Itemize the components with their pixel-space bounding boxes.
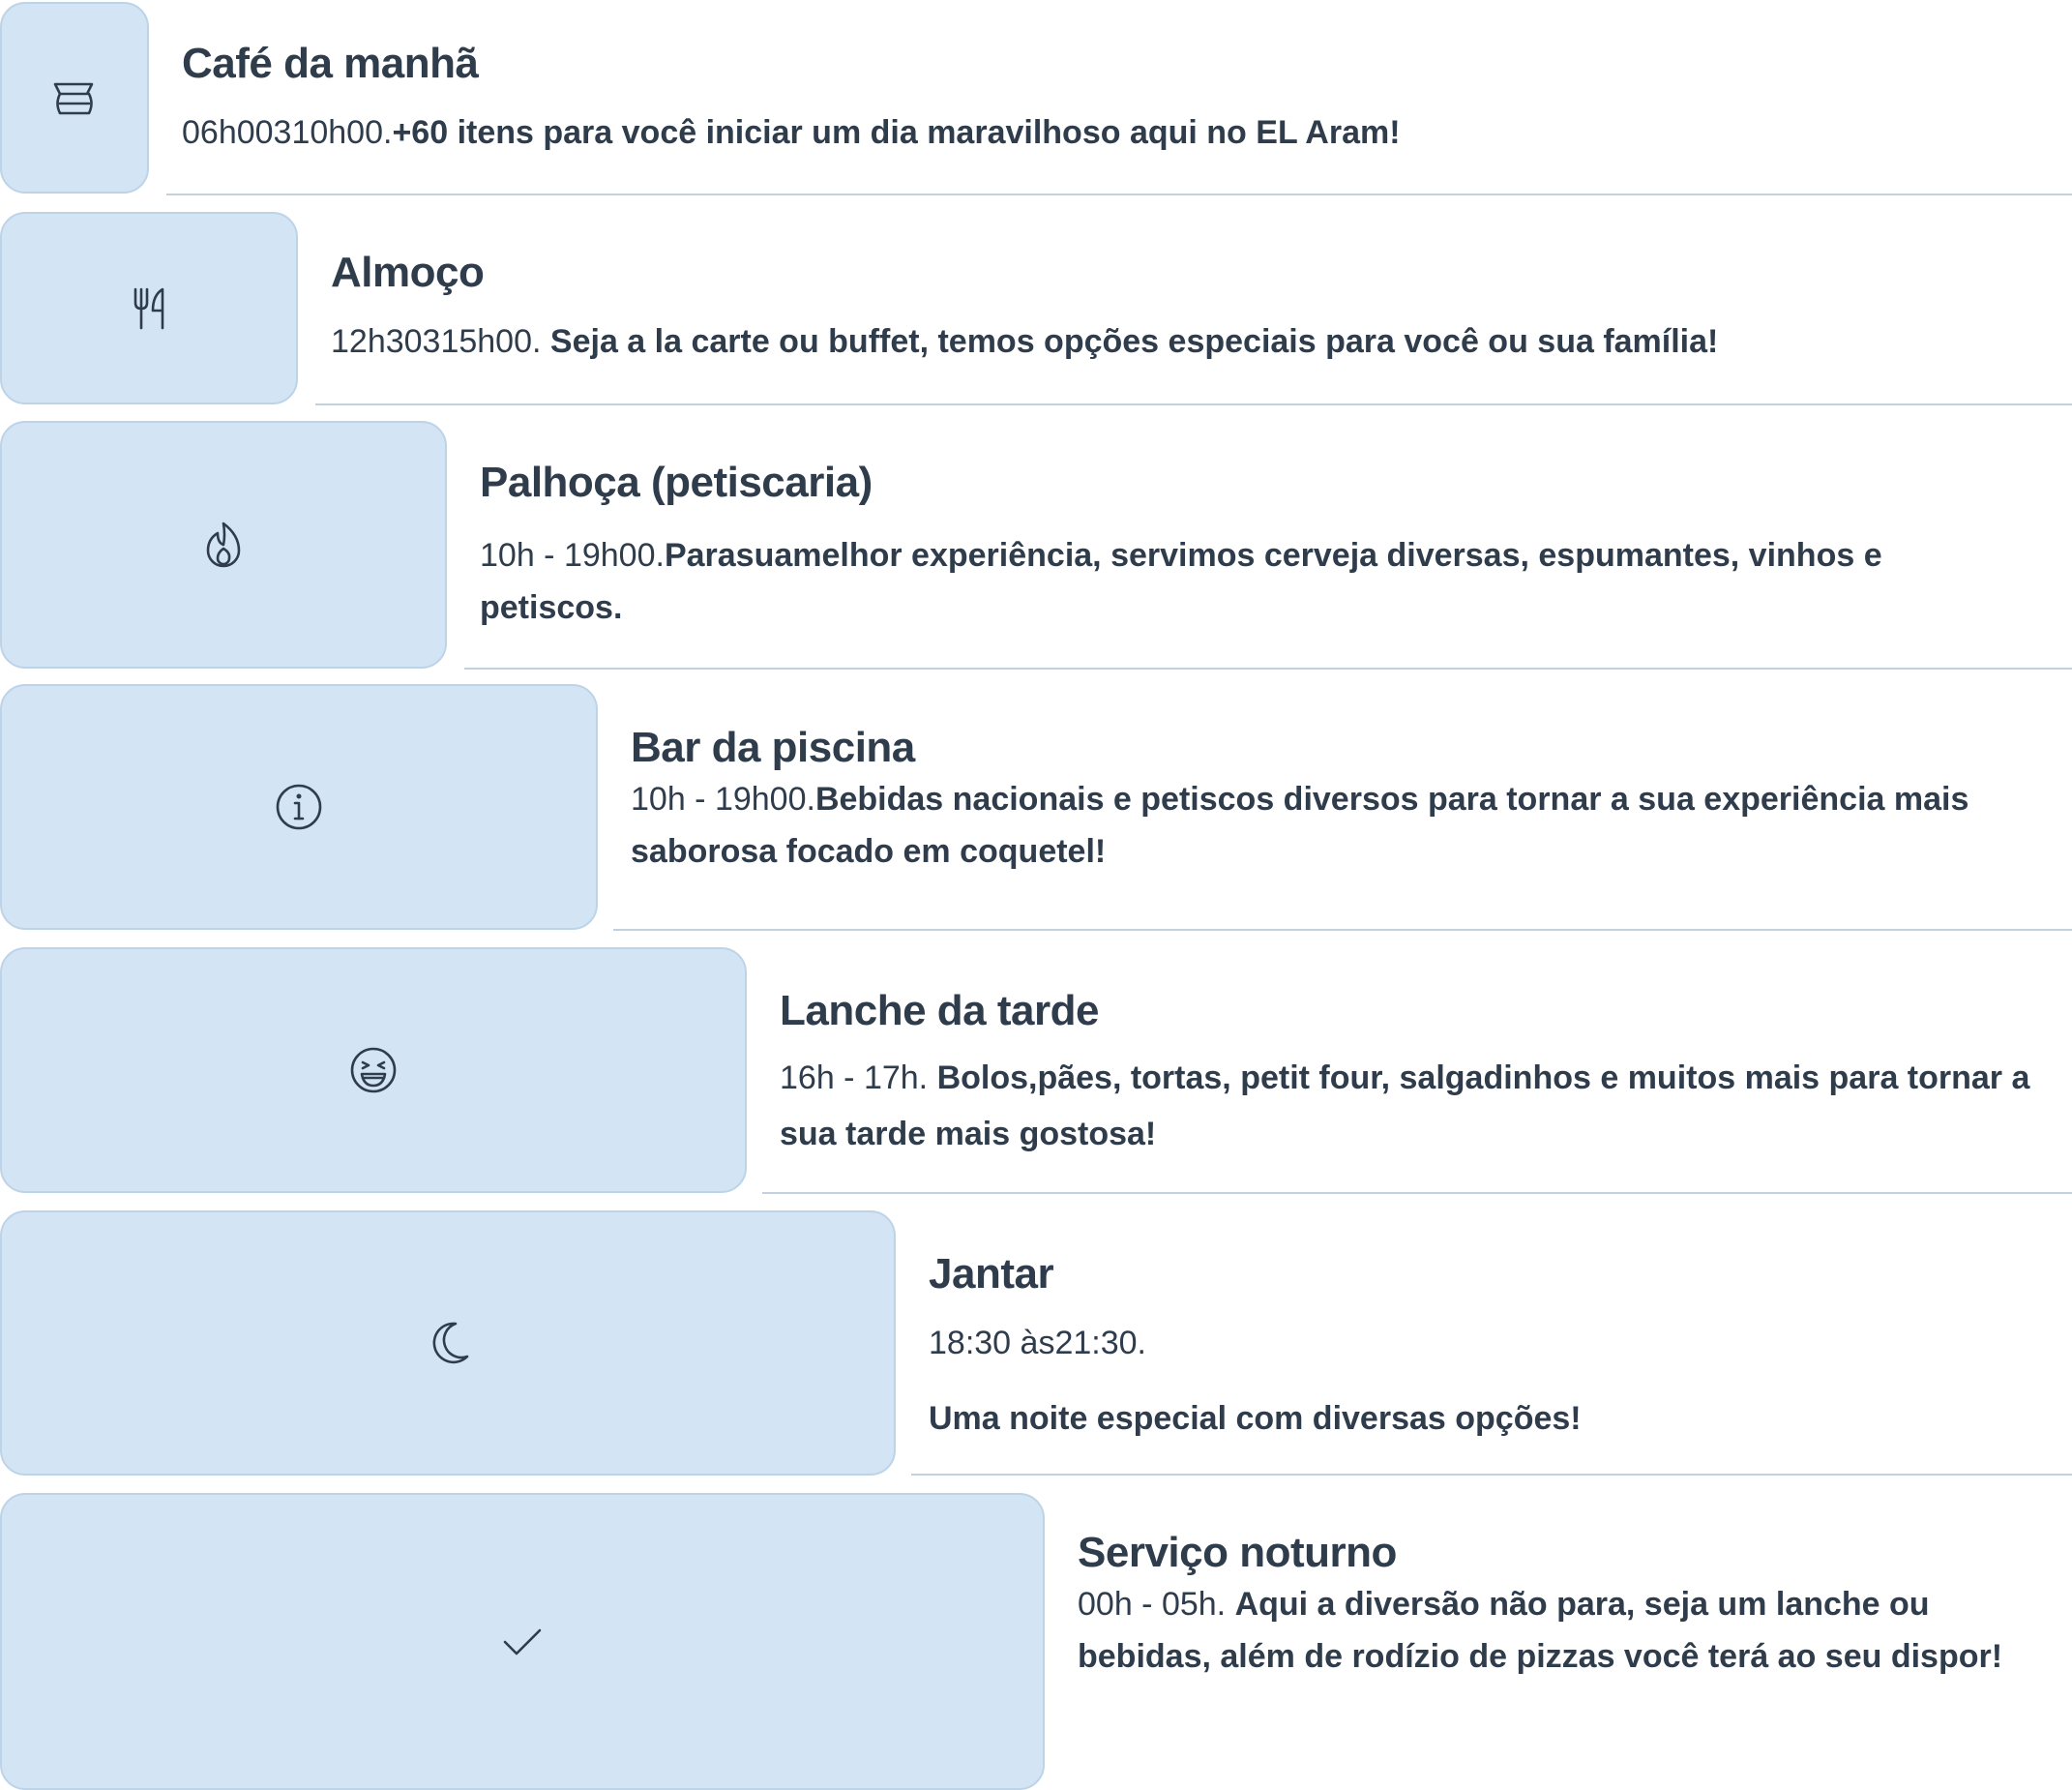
list-item-jantar: Jantar 18:30 às21:30. Uma noite especial… bbox=[0, 1210, 2072, 1476]
list-item-lanche-da-tarde: Lanche da tarde 16h - 17h. Bolos,pães, t… bbox=[0, 947, 2072, 1195]
divider bbox=[464, 668, 2072, 670]
item-description: 00h - 05h. Aqui a diversão não para, sej… bbox=[1078, 1578, 2033, 1683]
schedule-list: Café da manhã 06h00310h00.+60 itens para… bbox=[0, 0, 2072, 1790]
item-description: Uma noite especial com diversas opções! bbox=[929, 1392, 2033, 1445]
flame-icon bbox=[206, 522, 241, 568]
icon-box bbox=[0, 684, 598, 930]
item-text: Bebidas nacionais e petiscos diversos pa… bbox=[631, 781, 1969, 870]
item-hours: 06h00310h00. bbox=[182, 114, 393, 151]
item-title: Bar da piscina bbox=[631, 724, 915, 771]
item-hours: 00h - 05h. bbox=[1078, 1586, 1235, 1623]
item-content: Bar da piscina 10h - 19h00.Bebidas nacio… bbox=[631, 684, 2033, 878]
laughing-face-icon bbox=[350, 1047, 397, 1093]
list-item-palhoca: Palhoça (petiscaria) 10h - 19h00.Parasua… bbox=[0, 421, 2072, 670]
item-text: +60 itens para você iniciar um dia marav… bbox=[392, 114, 1401, 151]
item-description: 16h - 17h. Bolos,pães, tortas, petit fou… bbox=[780, 1050, 2033, 1162]
icon-box bbox=[0, 1493, 1045, 1790]
item-title: Café da manhã bbox=[182, 40, 479, 87]
item-hours: 18:30 às21:30. bbox=[929, 1325, 1146, 1361]
item-text: Seja a la carte ou buffet, temos opções … bbox=[549, 323, 1719, 360]
list-item-servico-noturno: Serviço noturno 00h - 05h. Aqui a divers… bbox=[0, 1493, 2072, 1790]
item-content: Almoço 12h30315h00. Seja a la carte ou b… bbox=[331, 212, 2033, 368]
icon-box bbox=[0, 421, 447, 669]
divider bbox=[762, 1192, 2072, 1194]
divider bbox=[166, 194, 2072, 195]
item-title: Palhoça (petiscaria) bbox=[480, 459, 873, 506]
item-hours: 16h - 17h. bbox=[780, 1059, 937, 1096]
item-description: 10h - 19h00.Bebidas nacionais e petiscos… bbox=[631, 773, 2033, 878]
item-content: Serviço noturno 00h - 05h. Aqui a divers… bbox=[1078, 1493, 2033, 1683]
item-content: Café da manhã 06h00310h00.+60 itens para… bbox=[182, 2, 2033, 159]
divider bbox=[911, 1474, 2072, 1476]
list-item-almoco: Almoço 12h30315h00. Seja a la carte ou b… bbox=[0, 212, 2072, 405]
icon-box bbox=[0, 947, 747, 1193]
icon-box bbox=[0, 1210, 896, 1476]
item-hours: 12h30315h00. bbox=[331, 323, 550, 360]
item-text: Parasuamelhor experiência, servimos cerv… bbox=[480, 537, 1882, 626]
item-content: Palhoça (petiscaria) 10h - 19h00.Parasua… bbox=[480, 421, 2033, 634]
item-hours-line: 18:30 às21:30. bbox=[929, 1317, 2033, 1369]
coffee-pot-icon bbox=[53, 82, 94, 115]
item-text: Uma noite especial com diversas opções! bbox=[929, 1400, 1582, 1437]
item-description: 10h - 19h00.Parasuamelhor experiência, s… bbox=[480, 529, 2033, 634]
item-description: 12h30315h00. Seja a la carte ou buffet, … bbox=[331, 315, 2033, 368]
item-text: Bolos,pães, tortas, petit four, salgadin… bbox=[780, 1059, 2030, 1152]
divider bbox=[613, 929, 2072, 931]
fork-knife-icon bbox=[133, 287, 164, 329]
item-title: Almoço bbox=[331, 249, 485, 296]
item-title: Jantar bbox=[929, 1250, 1054, 1298]
item-title: Serviço noturno bbox=[1078, 1529, 1397, 1576]
item-title: Lanche da tarde bbox=[780, 987, 1099, 1034]
item-hours: 10h - 19h00. bbox=[480, 537, 665, 574]
icon-box bbox=[0, 212, 298, 404]
divider bbox=[315, 403, 2072, 405]
list-item-bar-da-piscina: Bar da piscina 10h - 19h00.Bebidas nacio… bbox=[0, 684, 2072, 932]
item-hours: 10h - 19h00. bbox=[631, 781, 815, 818]
icon-box bbox=[0, 2, 149, 194]
moon-icon bbox=[432, 1322, 469, 1364]
item-content: Lanche da tarde 16h - 17h. Bolos,pães, t… bbox=[780, 947, 2033, 1162]
item-description: 06h00310h00.+60 itens para você iniciar … bbox=[182, 106, 2033, 159]
item-content: Jantar 18:30 às21:30. Uma noite especial… bbox=[929, 1210, 2033, 1445]
info-icon bbox=[276, 784, 322, 830]
list-item-cafe-da-manha: Café da manhã 06h00310h00.+60 itens para… bbox=[0, 2, 2072, 195]
check-icon bbox=[503, 1628, 542, 1655]
